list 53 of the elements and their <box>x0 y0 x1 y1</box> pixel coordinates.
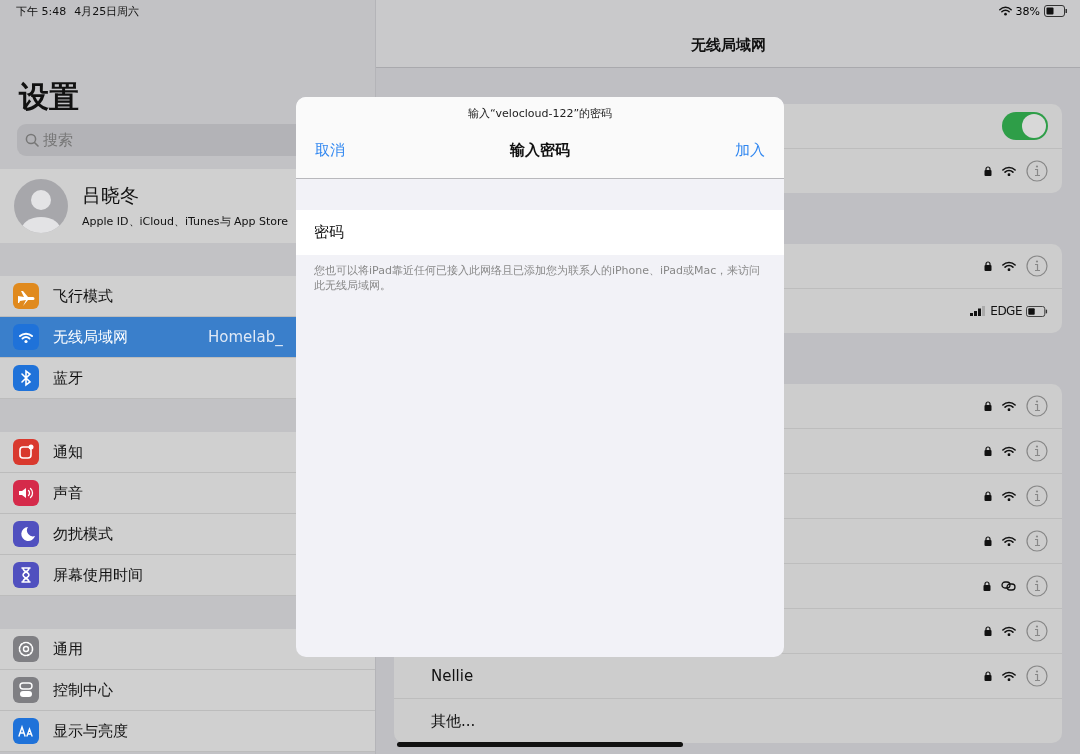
lock-icon <box>984 536 992 546</box>
link-icon <box>1001 580 1016 592</box>
wifi-icon <box>1002 490 1016 502</box>
lock-icon <box>984 261 992 271</box>
info-icon[interactable] <box>1026 440 1048 462</box>
avatar-icon <box>14 179 68 233</box>
wifi-icon <box>1002 625 1016 637</box>
join-button[interactable]: 加入 <box>735 141 765 160</box>
lock-icon <box>984 401 992 411</box>
wifi-icon <box>1002 165 1016 177</box>
info-icon[interactable] <box>1026 575 1048 597</box>
lock-icon <box>983 581 991 591</box>
info-icon[interactable] <box>1026 395 1048 417</box>
sidebar-item[interactable]: 控制中心 <box>0 670 375 711</box>
other-network-item[interactable]: 其他... <box>394 699 1062 743</box>
status-date: 4月25日周六 <box>74 3 140 19</box>
info-icon[interactable] <box>1026 620 1048 642</box>
network-type: EDGE <box>990 304 1022 318</box>
toggles-icon <box>16 680 36 700</box>
notification-icon <box>16 442 36 462</box>
search-icon <box>25 133 39 147</box>
info-icon[interactable] <box>1026 485 1048 507</box>
wifi-switch[interactable] <box>1002 112 1048 140</box>
lock-icon <box>984 491 992 501</box>
wifi-icon <box>1002 670 1016 682</box>
profile-subtitle: Apple ID、iCloud、iTunes与 App Store <box>82 214 289 229</box>
wifi-icon <box>1002 260 1016 272</box>
network-name: Nellie <box>431 667 474 685</box>
info-icon[interactable] <box>1026 665 1048 687</box>
lock-icon <box>984 166 992 176</box>
profile-name: 吕晓冬 <box>82 183 140 208</box>
info-icon[interactable] <box>1026 255 1048 277</box>
battery-icon <box>1026 305 1048 317</box>
gear-icon <box>16 639 36 659</box>
dialog-caption: 输入“velocloud-122”的密码 <box>466 106 614 121</box>
wifi-icon <box>1002 445 1016 457</box>
password-field[interactable]: 密码 <box>296 210 784 255</box>
wifi-icon <box>1002 535 1016 547</box>
sidebar-item[interactable]: 显示与亮度 <box>0 711 375 752</box>
info-icon[interactable] <box>1026 160 1048 182</box>
lock-icon <box>984 446 992 456</box>
lock-icon <box>984 671 992 681</box>
info-icon[interactable] <box>1026 530 1048 552</box>
battery-percent: 38% <box>1015 4 1040 18</box>
wifi-icon <box>998 6 1012 16</box>
sidebar-title: 设置 <box>17 78 80 116</box>
lock-icon <box>984 626 992 636</box>
signal-icon <box>970 306 987 316</box>
status-time: 下午 5:48 <box>16 3 67 19</box>
wifi-icon <box>1002 400 1016 412</box>
battery-icon <box>1044 5 1068 17</box>
dialog-title: 输入密码 <box>510 141 570 160</box>
page-title: 无线局域网 <box>689 35 767 55</box>
